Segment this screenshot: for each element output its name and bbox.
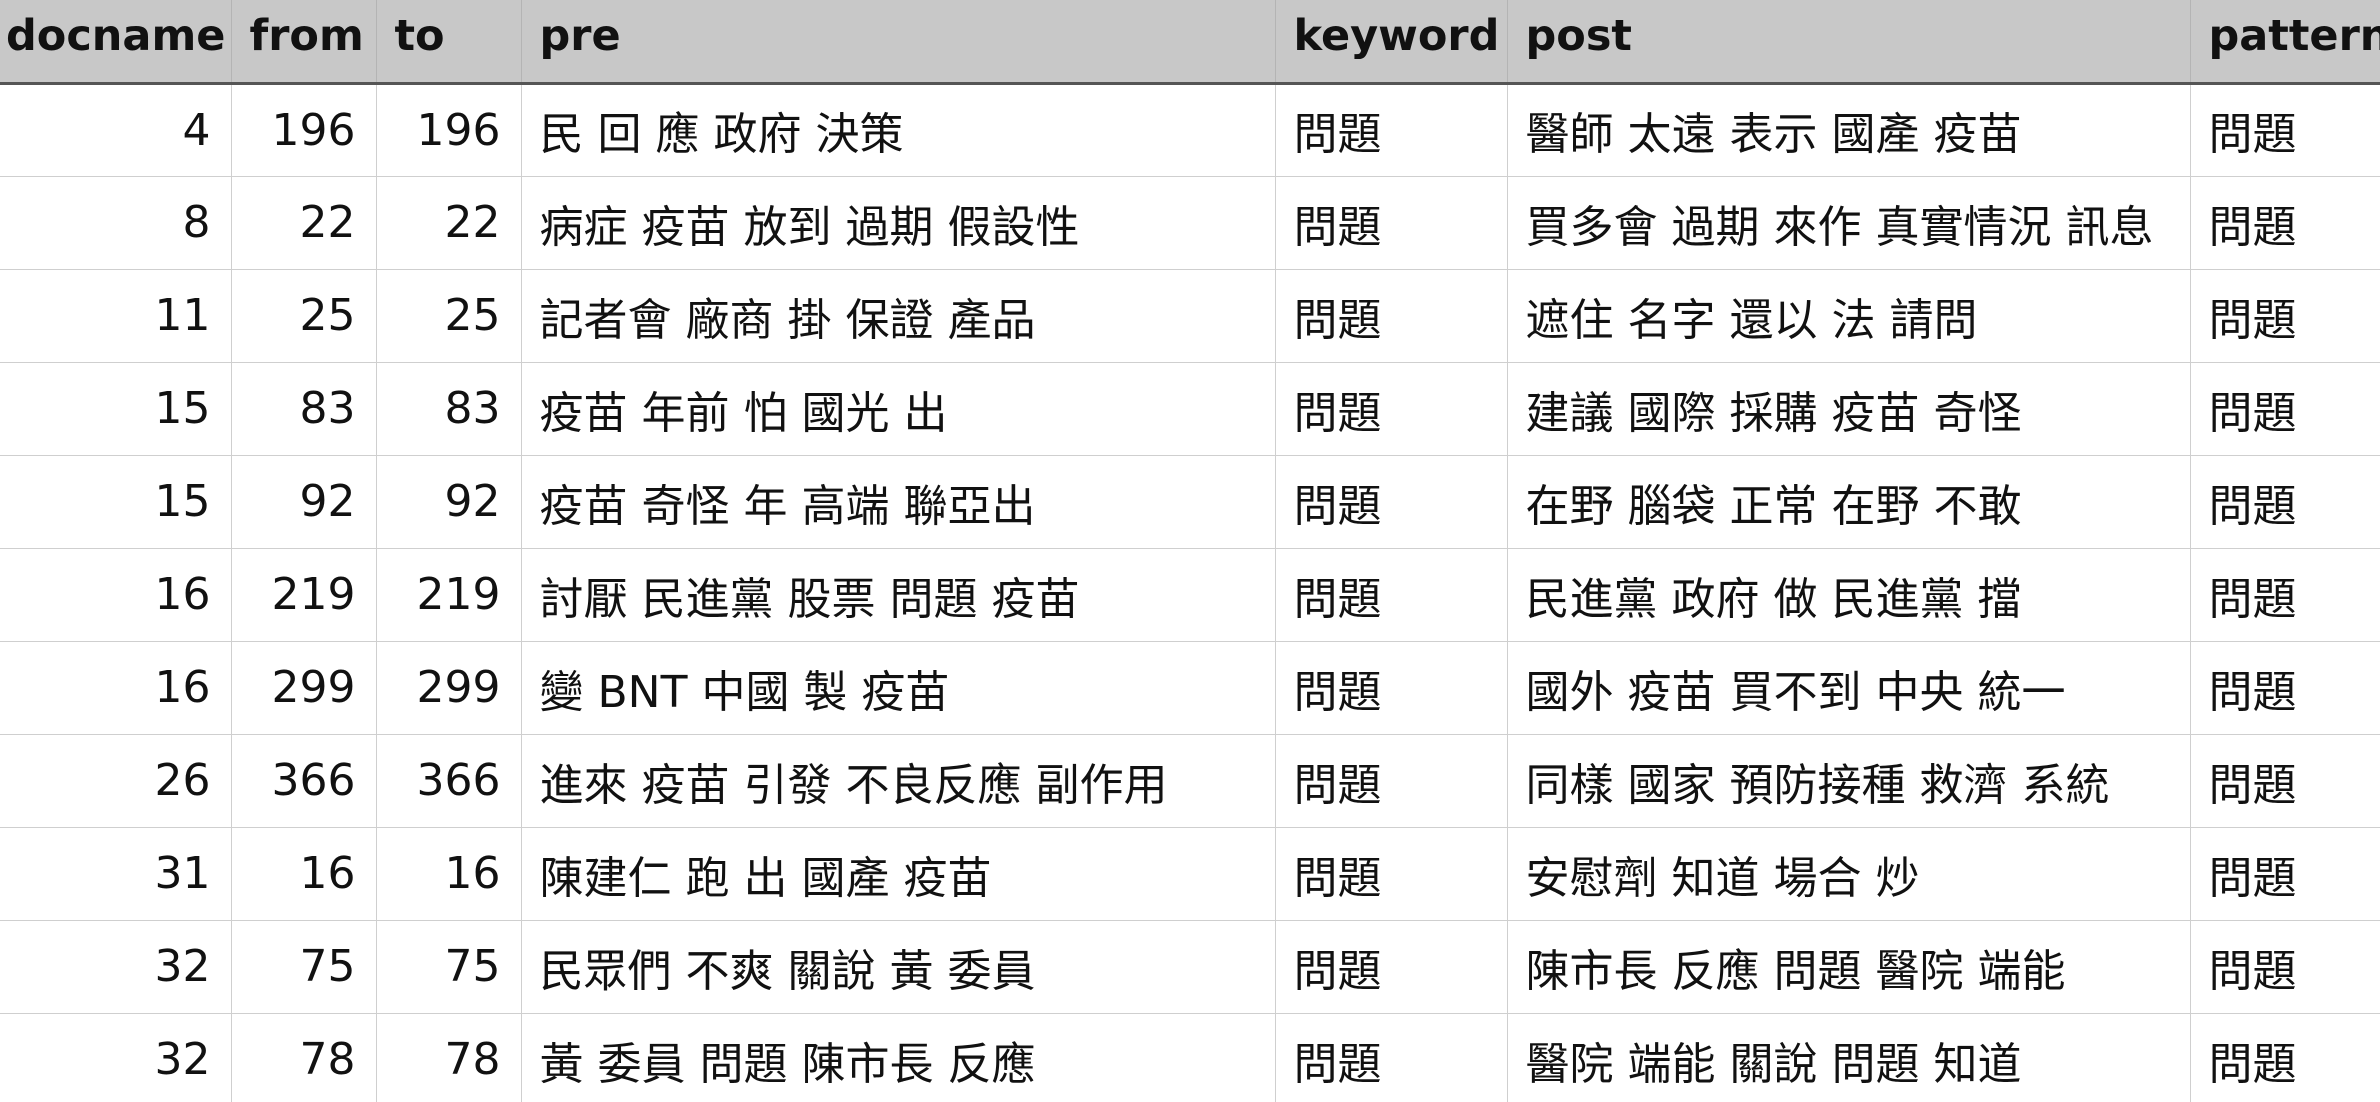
- cell-pre[interactable]: 記者會 廠商 掛 保證 產品: [521, 269, 1276, 362]
- cell-docname[interactable]: 26: [0, 734, 232, 827]
- table-header: docname from to pre keyword post pattern: [0, 0, 2380, 85]
- cell-pre[interactable]: 民眾們 不爽 關說 黃 委員: [521, 920, 1276, 1013]
- cell-to[interactable]: 25: [376, 269, 522, 362]
- cell-docname[interactable]: 32: [0, 1013, 232, 1102]
- cell-post[interactable]: 醫院 端能 關說 問題 知道: [1507, 1013, 2191, 1102]
- cell-from[interactable]: 78: [231, 1013, 377, 1102]
- table-row[interactable]: 16 299 299 變 BNT 中國 製 疫苗 問題 國外 疫苗 買不到 中央 統一 問題: [0, 641, 2380, 734]
- cell-pattern[interactable]: 問題: [2190, 362, 2380, 455]
- table-row[interactable]: 16 219 219 討厭 民進黨 股票 問題 疫苗 問題 民進黨 政府 做 民進黨 擋問…: [0, 548, 2380, 641]
- cell-pattern[interactable]: 問題: [2190, 455, 2380, 548]
- cell-docname[interactable]: 11: [0, 269, 232, 362]
- cell-pattern[interactable]: 問題: [2190, 548, 2380, 641]
- cell-to[interactable]: 299: [376, 641, 522, 734]
- cell-from[interactable]: 16: [231, 827, 377, 920]
- column-header-to[interactable]: to: [376, 0, 522, 85]
- cell-post[interactable]: 醫師 太遠 表示 國產 疫苗: [1507, 83, 2191, 176]
- cell-pre[interactable]: 疫苗 奇怪 年 高端 聯亞出: [521, 455, 1276, 548]
- cell-to[interactable]: 92: [376, 455, 522, 548]
- cell-to[interactable]: 75: [376, 920, 522, 1013]
- table-row[interactable]: 15 92 92 疫苗 奇怪 年 高端 聯亞出 問題 在野 腦袋 正常 在野 不敢 問題: [0, 455, 2380, 548]
- cell-docname[interactable]: 15: [0, 362, 232, 455]
- cell-post[interactable]: 遮住 名字 還以 法 請問: [1507, 269, 2191, 362]
- cell-to[interactable]: 78: [376, 1013, 522, 1102]
- cell-docname[interactable]: 16: [0, 641, 232, 734]
- cell-keyword[interactable]: 問題: [1275, 548, 1508, 641]
- cell-pre[interactable]: 民 回 應 政府 決策: [521, 83, 1276, 176]
- column-header-keyword[interactable]: keyword: [1275, 0, 1508, 85]
- cell-keyword[interactable]: 問題: [1275, 176, 1508, 269]
- cell-docname[interactable]: 31: [0, 827, 232, 920]
- cell-keyword[interactable]: 問題: [1275, 827, 1508, 920]
- cell-pattern[interactable]: 問題: [2190, 269, 2380, 362]
- cell-keyword[interactable]: 問題: [1275, 269, 1508, 362]
- cell-pattern[interactable]: 問題: [2190, 176, 2380, 269]
- table-row[interactable]: 8 22 22 病症 疫苗 放到 過期 假設性 問題 買多會 過期 來作 真實情況 訊息問…: [0, 176, 2380, 269]
- cell-pattern[interactable]: 問題: [2190, 83, 2380, 176]
- cell-from[interactable]: 92: [231, 455, 377, 548]
- cell-from[interactable]: 196: [231, 83, 377, 176]
- cell-to[interactable]: 22: [376, 176, 522, 269]
- cell-from[interactable]: 22: [231, 176, 377, 269]
- cell-pattern[interactable]: 問題: [2190, 641, 2380, 734]
- cell-docname[interactable]: 4: [0, 83, 232, 176]
- column-header-pattern[interactable]: pattern: [2190, 0, 2380, 85]
- column-header-docname[interactable]: docname: [0, 0, 232, 85]
- table-body: 4 196 196 民 回 應 政府 決策 問題 醫師 太遠 表示 國產 疫苗 問題 8 22 2…: [0, 83, 2380, 1102]
- cell-keyword[interactable]: 問題: [1275, 641, 1508, 734]
- cell-from[interactable]: 25: [231, 269, 377, 362]
- cell-post[interactable]: 建議 國際 採購 疫苗 奇怪: [1507, 362, 2191, 455]
- table-row[interactable]: 15 83 83 疫苗 年前 怕 國光 出問題 建議 國際 採購 疫苗 奇怪 問題: [0, 362, 2380, 455]
- cell-to[interactable]: 83: [376, 362, 522, 455]
- cell-pattern[interactable]: 問題: [2190, 734, 2380, 827]
- cell-pattern[interactable]: 問題: [2190, 827, 2380, 920]
- cell-post[interactable]: 在野 腦袋 正常 在野 不敢: [1507, 455, 2191, 548]
- cell-pattern[interactable]: 問題: [2190, 920, 2380, 1013]
- cell-pre[interactable]: 疫苗 年前 怕 國光 出: [521, 362, 1276, 455]
- cell-post[interactable]: 民進黨 政府 做 民進黨 擋: [1507, 548, 2191, 641]
- table-row[interactable]: 31 16 16 陳建仁 跑 出 國產 疫苗 問題 安慰劑 知道 場合 炒問題: [0, 827, 2380, 920]
- table-row[interactable]: 26 366 366 進來 疫苗 引發 不良反應 副作用 問題 同樣 國家 預防接種 救濟…: [0, 734, 2380, 827]
- cell-to[interactable]: 16: [376, 827, 522, 920]
- cell-post[interactable]: 同樣 國家 預防接種 救濟 系統: [1507, 734, 2191, 827]
- table-row[interactable]: 32 78 78 黃 委員 問題 陳市長 反應 問題 醫院 端能 關說 問題 知道 問題: [0, 1013, 2380, 1102]
- cell-pre[interactable]: 黃 委員 問題 陳市長 反應: [521, 1013, 1276, 1102]
- cell-docname[interactable]: 32: [0, 920, 232, 1013]
- cell-docname[interactable]: 8: [0, 176, 232, 269]
- cell-keyword[interactable]: 問題: [1275, 455, 1508, 548]
- cell-keyword[interactable]: 問題: [1275, 1013, 1508, 1102]
- cell-from[interactable]: 299: [231, 641, 377, 734]
- column-header-post[interactable]: post: [1507, 0, 2191, 85]
- kwic-table: docname from to pre keyword post pattern…: [0, 0, 2380, 1102]
- cell-keyword[interactable]: 問題: [1275, 734, 1508, 827]
- cell-post[interactable]: 安慰劑 知道 場合 炒: [1507, 827, 2191, 920]
- table-row[interactable]: 11 25 25 記者會 廠商 掛 保證 產品 問題 遮住 名字 還以 法 請問 問題: [0, 269, 2380, 362]
- table-row[interactable]: 4 196 196 民 回 應 政府 決策 問題 醫師 太遠 表示 國產 疫苗 問題: [0, 83, 2380, 176]
- cell-pre[interactable]: 進來 疫苗 引發 不良反應 副作用: [521, 734, 1276, 827]
- cell-post[interactable]: 買多會 過期 來作 真實情況 訊息: [1507, 176, 2191, 269]
- cell-pre[interactable]: 病症 疫苗 放到 過期 假設性: [521, 176, 1276, 269]
- cell-pattern[interactable]: 問題: [2190, 1013, 2380, 1102]
- cell-from[interactable]: 83: [231, 362, 377, 455]
- column-header-pre[interactable]: pre: [521, 0, 1276, 85]
- cell-pre[interactable]: 陳建仁 跑 出 國產 疫苗: [521, 827, 1276, 920]
- cell-keyword[interactable]: 問題: [1275, 920, 1508, 1013]
- cell-pre[interactable]: 討厭 民進黨 股票 問題 疫苗: [521, 548, 1276, 641]
- cell-to[interactable]: 366: [376, 734, 522, 827]
- table-row[interactable]: 32 75 75 民眾們 不爽 關說 黃 委員 問題 陳市長 反應 問題 醫院 端能 問題: [0, 920, 2380, 1013]
- header-row: docname from to pre keyword post pattern: [0, 0, 2380, 85]
- cell-post[interactable]: 國外 疫苗 買不到 中央 統一: [1507, 641, 2191, 734]
- cell-docname[interactable]: 15: [0, 455, 232, 548]
- cell-docname[interactable]: 16: [0, 548, 232, 641]
- cell-to[interactable]: 219: [376, 548, 522, 641]
- cell-keyword[interactable]: 問題: [1275, 362, 1508, 455]
- cell-to[interactable]: 196: [376, 83, 522, 176]
- cell-from[interactable]: 75: [231, 920, 377, 1013]
- cell-keyword[interactable]: 問題: [1275, 83, 1508, 176]
- cell-post[interactable]: 陳市長 反應 問題 醫院 端能: [1507, 920, 2191, 1013]
- cell-from[interactable]: 366: [231, 734, 377, 827]
- cell-pre[interactable]: 變 BNT 中國 製 疫苗: [521, 641, 1276, 734]
- cell-from[interactable]: 219: [231, 548, 377, 641]
- column-header-from[interactable]: from: [231, 0, 377, 85]
